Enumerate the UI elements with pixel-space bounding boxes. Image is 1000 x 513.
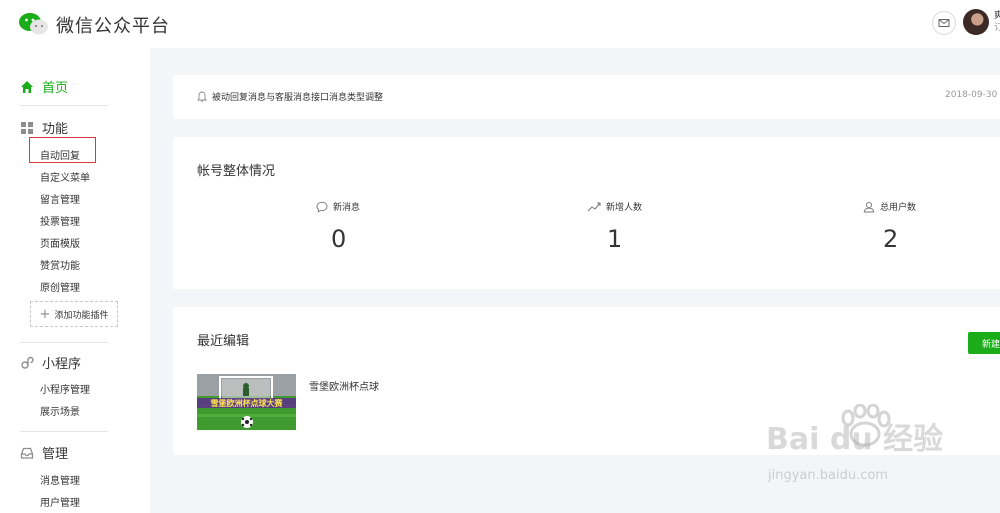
sidebar-item-showcase[interactable]: 展示场景 — [40, 403, 80, 418]
sidebar-item-auto-reply[interactable]: 自动回复 — [40, 147, 80, 162]
user-icon — [863, 201, 875, 212]
link-icon — [21, 356, 34, 369]
add-plugin-button[interactable]: + 添加功能插件 — [30, 301, 118, 327]
sidebar-section-manage[interactable]: 管理 — [20, 443, 68, 462]
sidebar-item-messages[interactable]: 消息管理 — [40, 472, 80, 487]
sidebar-item-original[interactable]: 原创管理 — [40, 279, 80, 294]
plus-icon: + — [39, 306, 51, 322]
inbox-icon — [20, 447, 34, 459]
sidebar-item-votes[interactable]: 投票管理 — [40, 213, 80, 228]
stat-value-new-messages: 0 — [331, 225, 347, 253]
article-thumbnail[interactable]: 雪堡欧洲杯点球大赛 — [197, 374, 296, 430]
stat-label-total-users: 总用户数 — [863, 200, 916, 213]
sidebar-divider — [20, 342, 108, 343]
overview-title: 帐号整体情况 — [197, 164, 276, 179]
notice-link[interactable]: 被动回复消息与客服消息接口消息类型调整 — [212, 90, 383, 103]
stat-value-total-users: 2 — [883, 225, 899, 253]
sidebar-section-features[interactable]: 功能 — [20, 118, 68, 137]
wechat-logo-icon[interactable] — [18, 12, 50, 36]
notice-bar: 被动回复消息与客服消息接口消息类型调整 2018-09-30 — [173, 75, 1000, 119]
chat-bubble-icon — [316, 201, 328, 213]
bell-icon — [197, 91, 207, 102]
thumbnail-banner-text: 雪堡欧洲杯点球大赛 — [211, 398, 284, 408]
recent-edits-card: 最近编辑 新建 雪堡欧洲杯点球大赛 雪堡欧洲杯点球 — [173, 307, 1000, 455]
sidebar-item-users[interactable]: 用户管理 — [40, 494, 80, 509]
sidebar-item-comments[interactable]: 留言管理 — [40, 191, 80, 206]
stat-label-new-messages: 新消息 — [316, 200, 360, 213]
account-name[interactable]: 爽 订 — [994, 10, 1000, 34]
sidebar-item-home[interactable]: 首页 — [20, 77, 68, 96]
home-icon — [21, 80, 33, 93]
grid-icon — [21, 121, 33, 134]
trend-up-icon — [587, 202, 601, 211]
notice-date: 2018-09-30 — [945, 90, 998, 100]
new-button[interactable]: 新建 — [968, 332, 1000, 354]
platform-title[interactable]: 微信公众平台 — [56, 12, 170, 38]
mail-icon[interactable] — [932, 11, 956, 35]
sidebar-divider — [20, 431, 108, 432]
sidebar-item-custom-menu[interactable]: 自定义菜单 — [40, 169, 90, 184]
sidebar-divider — [20, 105, 108, 106]
sidebar-item-page-templates[interactable]: 页面模版 — [40, 235, 80, 250]
watermark-url: jingyan.baidu.com — [768, 468, 888, 483]
sidebar: 首页 功能 自动回复 自定义菜单 留言管理 投票管理 页面模版 赞赏功能 原创管… — [0, 48, 150, 513]
top-header: 微信公众平台 爽 订 — [0, 0, 1000, 48]
sidebar-item-reward[interactable]: 赞赏功能 — [40, 257, 80, 272]
stat-value-new-followers: 1 — [607, 225, 623, 253]
article-title[interactable]: 雪堡欧洲杯点球 — [309, 378, 379, 393]
user-avatar[interactable] — [963, 9, 989, 35]
sidebar-item-miniprogram-manage[interactable]: 小程序管理 — [40, 381, 90, 396]
sidebar-section-miniprogram[interactable]: 小程序 — [20, 353, 81, 372]
account-overview-card: 帐号整体情况 新消息 0 新增人数 1 总用户数 2 — [173, 137, 1000, 289]
recent-title: 最近编辑 — [197, 334, 250, 349]
stat-label-new-followers: 新增人数 — [587, 200, 642, 213]
